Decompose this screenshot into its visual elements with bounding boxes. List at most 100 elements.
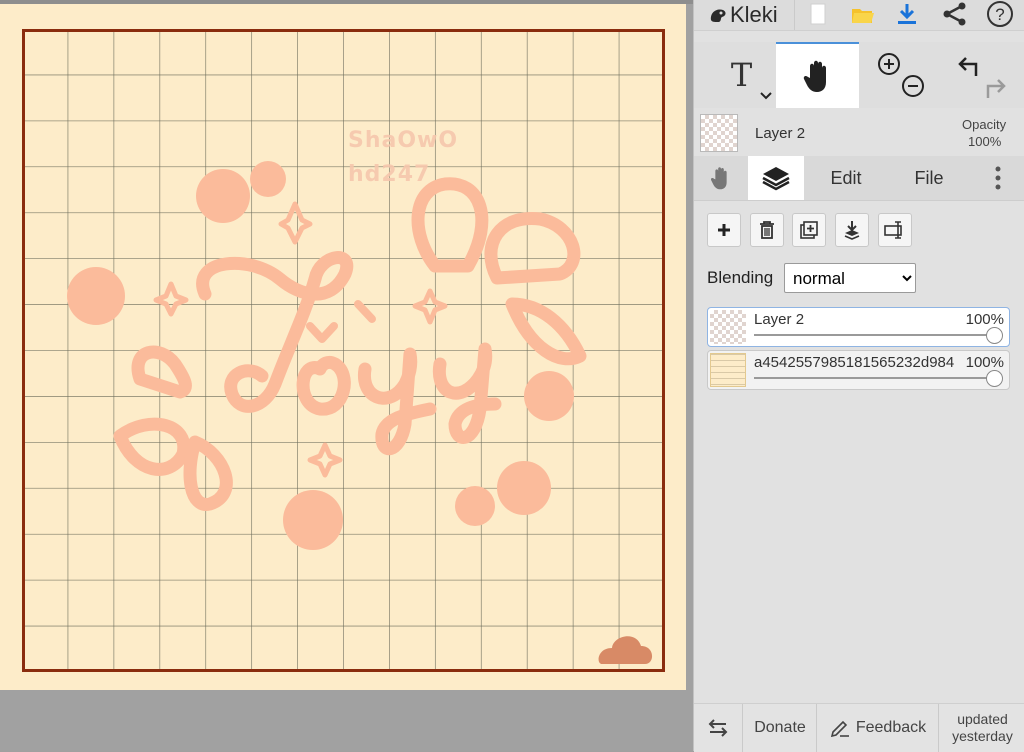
swap-side-button[interactable]	[694, 704, 742, 752]
feedback-pen-icon	[830, 720, 849, 737]
letter-o-accent-stroke	[354, 300, 376, 323]
share-icon	[943, 2, 966, 26]
layer-name: a4542557985181565232d984	[754, 354, 955, 371]
divider	[938, 704, 939, 752]
watermark-text: ShaOwO hd247	[348, 128, 459, 187]
divider	[794, 0, 795, 30]
new-image-button[interactable]	[799, 0, 837, 28]
zoom-out-icon[interactable]	[902, 75, 924, 97]
blob-dot	[196, 169, 250, 223]
artwork-layer	[67, 161, 653, 664]
layer-opacity-handle[interactable]	[986, 370, 1003, 387]
blob-dot	[497, 461, 551, 515]
save-button[interactable]	[888, 0, 926, 28]
tab-layers[interactable]	[748, 156, 804, 200]
more-vertical-icon	[995, 166, 1001, 190]
layer-item[interactable]: Layer 2 100%	[707, 307, 1010, 347]
more-menu-button[interactable]	[980, 156, 1016, 200]
letter-o	[296, 355, 351, 416]
layer-opacity-slider[interactable]	[754, 334, 994, 336]
zoom-in-icon[interactable]	[878, 53, 900, 75]
droplet	[183, 435, 233, 511]
layers-icon	[762, 167, 790, 191]
top-bar: Kleki ?	[694, 0, 1024, 31]
sparkle	[153, 281, 189, 317]
folder-icon	[852, 9, 874, 23]
blending-select[interactable]: normal	[784, 263, 916, 293]
download-icon	[898, 4, 916, 24]
hand-icon	[710, 167, 727, 190]
new-file-icon	[810, 3, 826, 25]
blob-dot	[524, 371, 574, 421]
sidebar: Kleki ? T Layer 2 Opacity 100% Edit File…	[693, 0, 1024, 752]
text-tool-button[interactable]: T	[704, 42, 779, 108]
hand-icon	[803, 60, 826, 92]
duplicate-layer-button[interactable]	[792, 213, 826, 247]
cloud-icon	[598, 636, 653, 664]
sparkle	[278, 201, 313, 245]
decor-strokes	[113, 177, 587, 511]
changelog-link[interactable]: updated yesterday	[940, 704, 1024, 752]
duplicate-icon	[800, 221, 818, 239]
plus-icon	[718, 224, 730, 236]
kleki-logo[interactable]: Kleki	[708, 2, 778, 28]
tool-bar: T	[694, 42, 1024, 108]
opacity-label: Opacity	[962, 117, 1007, 132]
text-tool-icon: T	[730, 56, 753, 94]
divider	[742, 704, 743, 752]
layer-opacity: 100%	[963, 354, 1004, 371]
svg-text:?: ?	[995, 5, 1004, 24]
hand-tool-button[interactable]	[776, 42, 859, 108]
layer-item[interactable]: a4542557985181565232d984 100%	[707, 350, 1010, 390]
droplet	[411, 177, 489, 273]
updated-line-2: yesterday	[952, 728, 1013, 744]
divider	[816, 704, 817, 752]
layer-opacity-slider[interactable]	[754, 377, 994, 379]
sparkle	[307, 442, 343, 478]
delete-layer-button[interactable]	[750, 213, 784, 247]
feedback-label: Feedback	[855, 719, 927, 736]
blob-dot	[455, 486, 495, 526]
current-layer-thumbnail[interactable]	[700, 114, 738, 152]
blob-dot	[250, 161, 286, 197]
chevron-down-icon[interactable]	[760, 92, 772, 100]
letter-y	[358, 347, 437, 456]
blending-label: Blending	[707, 268, 774, 287]
layer-thumbnail	[710, 353, 746, 387]
share-button[interactable]	[936, 0, 974, 28]
help-button[interactable]: ?	[981, 0, 1019, 28]
droplet	[131, 345, 192, 399]
current-layer-name: Layer 2	[755, 125, 806, 142]
add-layer-button[interactable]	[707, 213, 741, 247]
zoom-buttons	[866, 42, 936, 108]
opacity-value: 100%	[968, 134, 1002, 149]
updated-line-1: updated	[957, 711, 1008, 727]
tab-edit[interactable]: Edit	[812, 156, 880, 200]
merge-down-button[interactable]	[835, 213, 869, 247]
tab-hand[interactable]	[694, 156, 748, 200]
blob-dot	[67, 267, 125, 325]
droplet	[113, 417, 191, 476]
redo-icon[interactable]	[986, 79, 1006, 98]
feedback-link[interactable]: Feedback	[820, 704, 936, 752]
letter-y	[432, 342, 502, 444]
layer-name: Layer 2	[754, 311, 805, 328]
droplet	[484, 211, 581, 285]
open-image-button[interactable]	[844, 0, 882, 28]
current-layer-header: Layer 2 Opacity 100%	[694, 110, 1024, 156]
layer-opacity-handle[interactable]	[986, 327, 1003, 344]
drawing-canvas[interactable]: ShaOwO hd247	[0, 4, 686, 690]
zoom-controls	[878, 53, 924, 97]
kleki-bird-icon	[710, 9, 726, 22]
canvas-area[interactable]: ShaOwO hd247	[0, 0, 693, 751]
help-icon: ?	[987, 1, 1013, 27]
undo-redo-buttons	[944, 42, 1019, 108]
rename-layer-button[interactable]	[878, 213, 912, 247]
undo-icon[interactable]	[957, 57, 977, 76]
tab-file[interactable]: File	[894, 156, 964, 200]
layer-thumbnail	[710, 310, 746, 344]
footer-bar: Donate Feedback updated yesterday	[694, 703, 1024, 752]
swap-arrows-icon	[708, 719, 728, 737]
undo-redo-controls	[957, 57, 1006, 98]
donate-link[interactable]: Donate	[744, 704, 816, 752]
